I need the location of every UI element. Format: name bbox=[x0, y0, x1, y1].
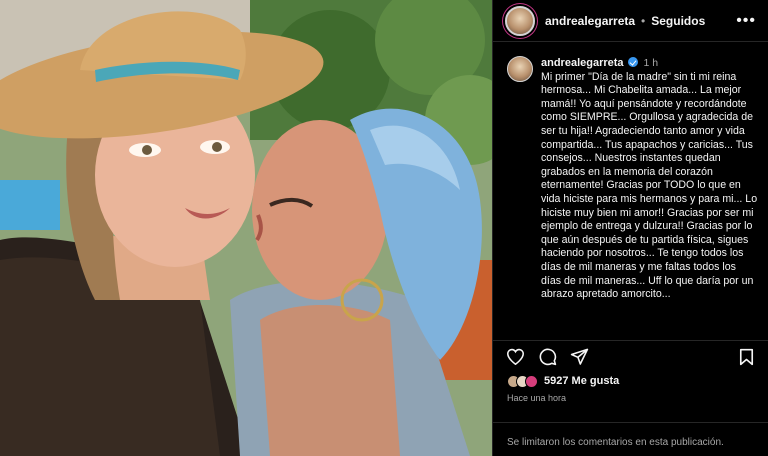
heart-icon[interactable] bbox=[505, 347, 525, 367]
post-header: andrealegarreta • Seguidos ••• bbox=[493, 0, 768, 42]
share-icon[interactable] bbox=[569, 347, 589, 367]
caption-header: andrealegarreta 1 h bbox=[541, 56, 758, 71]
bookmark-icon[interactable] bbox=[736, 347, 756, 367]
likes-label: Me gusta bbox=[571, 375, 620, 387]
comments-limited-notice: Se limitaron los comentarios en esta pub… bbox=[493, 422, 768, 456]
liker-avatar bbox=[525, 374, 538, 388]
likes-row[interactable]: 5927 Me gusta bbox=[507, 372, 619, 390]
action-bar bbox=[493, 340, 768, 372]
caption-username[interactable]: andrealegarreta bbox=[541, 57, 624, 71]
likes-count[interactable]: 5927 Me gusta bbox=[544, 375, 619, 387]
follow-status-button[interactable]: Seguidos bbox=[651, 14, 705, 28]
caption-author-avatar[interactable] bbox=[507, 56, 533, 82]
photo-illustration bbox=[0, 0, 492, 456]
caption-time[interactable]: 1 h bbox=[644, 57, 659, 71]
post-side-panel: andrealegarreta • Seguidos ••• andrealeg… bbox=[492, 0, 768, 456]
comment-icon[interactable] bbox=[537, 347, 557, 367]
post-photo[interactable] bbox=[0, 0, 492, 456]
post-time-ago[interactable]: Hace una hora bbox=[507, 393, 566, 403]
likes-number: 5927 bbox=[544, 375, 569, 387]
caption-body: andrealegarreta 1 h Mi primer "Día de la… bbox=[541, 56, 758, 332]
caption-text: Mi primer "Día de la madre" sin ti mi re… bbox=[541, 70, 758, 301]
caption-container[interactable]: andrealegarreta 1 h Mi primer "Día de la… bbox=[493, 50, 768, 332]
header-separator: • bbox=[641, 13, 646, 28]
author-avatar[interactable] bbox=[505, 5, 535, 36]
more-options-icon[interactable]: ••• bbox=[736, 12, 756, 30]
author-username[interactable]: andrealegarreta bbox=[545, 14, 635, 28]
verified-badge-icon bbox=[627, 57, 638, 67]
